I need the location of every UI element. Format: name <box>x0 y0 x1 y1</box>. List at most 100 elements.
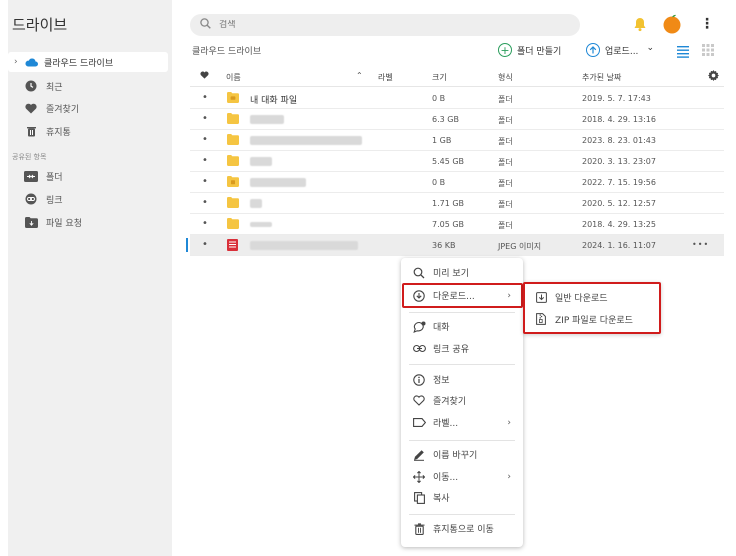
submenu-item-label: ZIP 파일로 다운로드 <box>555 315 633 326</box>
upload-button[interactable]: 업로드... ⌄ <box>586 40 654 60</box>
folder-icon <box>227 197 239 208</box>
gear-icon[interactable] <box>708 70 719 83</box>
chevron-down-icon[interactable]: ⌄ <box>646 43 654 53</box>
search-icon <box>200 18 211 32</box>
avatar[interactable] <box>662 14 682 34</box>
sidebar-item-file-requests[interactable]: 파일 요청 <box>8 212 168 232</box>
table-row[interactable]: • 6.3 GB 폴더 2018. 4. 29. 13:16 <box>190 109 724 130</box>
table-row[interactable]: • 1.71 GB 폴더 2020. 5. 12. 12:57 <box>190 193 724 214</box>
chevron-right-icon: › <box>507 417 511 428</box>
blurred-name <box>250 199 262 208</box>
trash-icon <box>24 124 38 138</box>
row-date: 2020. 5. 12. 12:57 <box>582 199 656 208</box>
table-row[interactable]: • 0 B 폴더 2022. 7. 15. 19:56 <box>190 172 724 193</box>
table-row[interactable]: • 1 GB 폴더 2023. 8. 23. 01:43 <box>190 130 724 151</box>
row-size: 0 B <box>432 94 446 103</box>
table-row[interactable]: • 5.45 GB 폴더 2020. 3. 13. 23:07 <box>190 151 724 172</box>
menu-item-share-link[interactable]: 링크 공유 <box>401 338 523 359</box>
row-size: 1.71 GB <box>432 199 465 208</box>
menu-item-label: 휴지통으로 이동 <box>433 525 494 535</box>
sidebar-item-links[interactable]: 링크 <box>8 189 168 209</box>
zip-file-icon <box>535 313 547 325</box>
search-bar[interactable] <box>190 14 580 36</box>
favorite-column-heart-icon[interactable] <box>200 71 209 81</box>
link-icon <box>412 342 426 356</box>
menu-item-info[interactable]: 정보 <box>401 369 523 390</box>
row-dot: • <box>202 155 208 166</box>
bell-icon[interactable] <box>632 16 648 32</box>
menu-item-zip-download[interactable]: ZIP 파일로 다운로드 <box>525 309 659 329</box>
table-row-selected[interactable]: • 36 KB JPEG 이미지 2024. 1. 16. 11:07 ••• <box>190 235 724 256</box>
download-highlight-box <box>402 283 523 308</box>
row-dot: • <box>202 176 208 187</box>
column-header-name[interactable]: 이름 <box>226 72 241 83</box>
menu-item-label: 정보 <box>433 376 450 386</box>
chevron-right-icon[interactable]: › <box>14 57 24 67</box>
search-input[interactable] <box>219 20 519 30</box>
folder-icon <box>227 113 239 124</box>
new-folder-label: 폴더 만들기 <box>517 46 562 57</box>
menu-item-label: 복사 <box>433 494 450 504</box>
menu-item-chat[interactable]: 대화 <box>401 316 523 337</box>
blurred-name <box>250 136 362 145</box>
more-options-icon[interactable]: ⋮ <box>700 16 714 32</box>
row-type: 폴더 <box>498 95 513 104</box>
column-header-size[interactable]: 크기 <box>432 72 447 83</box>
sidebar-item-label: 클라우드 드라이브 <box>44 58 114 69</box>
row-type: 폴더 <box>498 200 513 209</box>
move-arrows-icon <box>412 470 426 484</box>
heart-outline-icon <box>412 394 426 408</box>
menu-item-normal-download[interactable]: 일반 다운로드 <box>525 287 659 307</box>
sidebar: 드라이브 › 클라우드 드라이브 최근 즐겨찾기 휴지통 공유된 항목 폴더 링… <box>8 0 172 556</box>
sidebar-item-favorites[interactable]: 즐겨찾기 <box>8 98 168 118</box>
table-header: 이름 ⌃ 라벨 크기 형식 추가된 날짜 <box>190 67 724 87</box>
menu-item-favorite[interactable]: 즐겨찾기 <box>401 390 523 411</box>
blurred-name <box>250 157 272 166</box>
menu-item-label: 라벨... <box>433 419 459 429</box>
menu-item-trash[interactable]: 휴지통으로 이동 <box>401 518 523 539</box>
blurred-name <box>250 241 358 250</box>
sidebar-item-label: 최근 <box>46 82 63 93</box>
app-title: 드라이브 <box>12 16 68 34</box>
table-row[interactable]: • 7.05 GB 폴더 2018. 4. 29. 13:25 <box>190 214 724 235</box>
new-folder-button[interactable]: + 폴더 만들기 <box>498 40 561 60</box>
row-size: 5.45 GB <box>432 157 465 166</box>
folder-icon <box>227 218 239 229</box>
sidebar-item-label: 즐겨찾기 <box>46 104 80 115</box>
list-view-icon[interactable] <box>676 44 692 60</box>
sidebar-item-trash[interactable]: 휴지통 <box>8 121 168 141</box>
row-dot: • <box>202 218 208 229</box>
file-request-icon <box>24 215 38 229</box>
row-dot: • <box>202 197 208 208</box>
row-type: 폴더 <box>498 179 513 188</box>
sort-ascending-icon[interactable]: ⌃ <box>356 71 363 80</box>
menu-item-label-tag[interactable]: 라벨... › <box>401 412 523 433</box>
column-header-added[interactable]: 추가된 날짜 <box>582 72 621 83</box>
row-type: 폴더 <box>498 137 513 146</box>
menu-item-move[interactable]: 이동... › <box>401 466 523 487</box>
row-type: JPEG 이미지 <box>498 242 542 251</box>
menu-item-preview[interactable]: 미리 보기 <box>401 262 523 283</box>
menu-item-copy[interactable]: 복사 <box>401 487 523 508</box>
row-dot: • <box>202 92 208 103</box>
row-date: 2023. 8. 23. 01:43 <box>582 136 656 145</box>
sidebar-item-shared-folder[interactable]: 폴더 <box>8 166 168 186</box>
row-date: 2020. 3. 13. 23:07 <box>582 157 656 166</box>
row-more-icon[interactable]: ••• <box>692 240 709 249</box>
menu-item-rename[interactable]: 이름 바꾸기 <box>401 444 523 465</box>
cloud-icon <box>24 55 38 69</box>
breadcrumb[interactable]: 클라우드 드라이브 <box>192 44 261 57</box>
column-header-type[interactable]: 형식 <box>498 72 513 83</box>
sidebar-item-recent[interactable]: 최근 <box>8 76 168 96</box>
row-size: 6.3 GB <box>432 115 459 124</box>
table-row[interactable]: • 내 대화 파일 0 B 폴더 2019. 5. 7. 17:43 <box>190 88 724 109</box>
shared-section-label: 공유된 항목 <box>12 153 47 161</box>
grid-view-icon[interactable] <box>702 44 716 58</box>
sidebar-item-cloud-drive[interactable]: › 클라우드 드라이브 <box>8 52 168 72</box>
link-icon <box>24 192 38 206</box>
upload-label: 업로드... <box>605 46 639 57</box>
menu-item-label: 대화 <box>433 323 450 333</box>
menu-divider <box>409 440 515 441</box>
column-header-label[interactable]: 라벨 <box>378 72 393 83</box>
copy-icon <box>412 491 426 505</box>
